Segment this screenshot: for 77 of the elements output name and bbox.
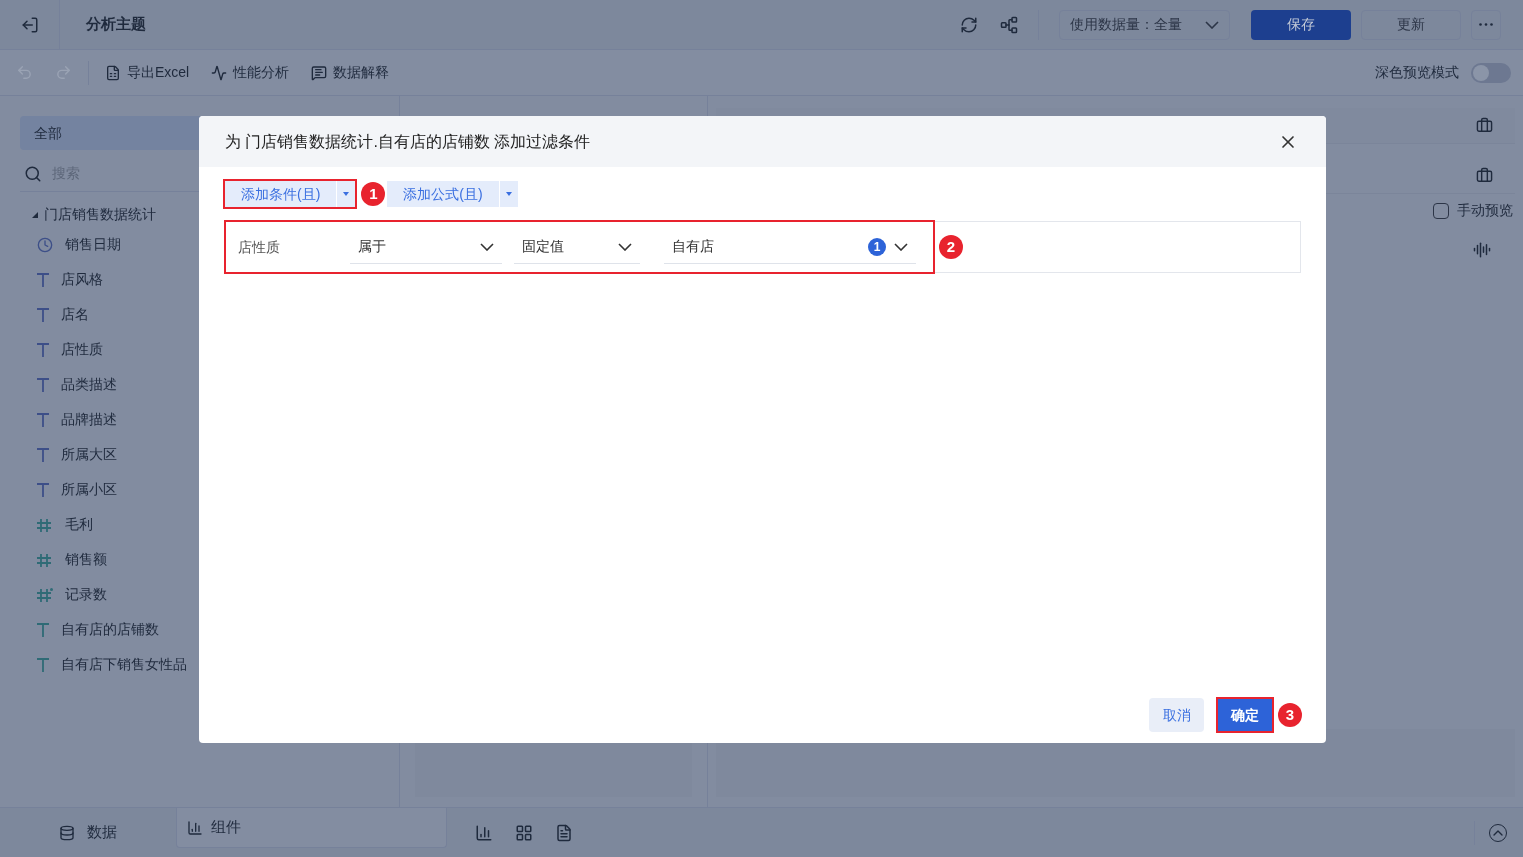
update-button[interactable]: 更新: [1361, 9, 1461, 40]
select-field[interactable]: 固定值: [514, 230, 640, 264]
add-chart-icon[interactable]: [475, 823, 493, 842]
manual-preview-label: 手动预览: [1457, 201, 1513, 220]
manual-preview-checkbox[interactable]: [1433, 202, 1449, 219]
add-sheet-icon[interactable]: [555, 823, 573, 842]
field-item[interactable]: 所属小区: [61, 479, 117, 500]
cancel-button[interactable]: 取消: [1149, 698, 1204, 732]
triangle-icon[interactable]: [32, 211, 38, 218]
field-item[interactable]: 销售额: [65, 549, 107, 570]
text-type-icon: [37, 272, 49, 287]
text-type-icon: [37, 657, 49, 672]
text-type-icon: [37, 307, 49, 322]
field-item[interactable]: 记录数: [65, 584, 107, 605]
hash-star-icon: [37, 587, 53, 602]
step-marker: 3: [1278, 703, 1302, 727]
confirm-button[interactable]: 确定: [1218, 699, 1272, 731]
chevron-down-icon: [1205, 20, 1219, 29]
text-type-icon: [37, 447, 49, 462]
field-item[interactable]: 销售日期: [65, 234, 121, 255]
step-marker: 1: [361, 182, 386, 206]
briefcase-icon[interactable]: [1476, 167, 1493, 184]
field-item[interactable]: 品类描述: [61, 374, 117, 395]
chevron-down-icon: [618, 242, 632, 251]
toolbar-button[interactable]: 导出Excel: [105, 62, 190, 83]
bottom-tab[interactable]: 组件: [176, 808, 447, 848]
select-field[interactable]: 自有店 1: [664, 230, 916, 264]
caret-icon: [505, 192, 512, 196]
waveform-icon[interactable]: [1473, 241, 1491, 259]
text-type-icon: [37, 342, 49, 357]
dark-mode-switch[interactable]: [1471, 62, 1511, 83]
field-item[interactable]: 自有店的店铺数: [61, 619, 159, 640]
toolbar-button[interactable]: 数据解释: [311, 62, 390, 83]
bottom-tab[interactable]: 数据: [0, 808, 176, 857]
data-volume-dropdown[interactable]: 使用数据量：全量: [1059, 9, 1230, 40]
add-dropdown-button[interactable]: [337, 181, 356, 207]
dark-mode-label: 深色预览模式: [1375, 63, 1459, 82]
select-field[interactable]: 属于: [350, 230, 502, 264]
clock-icon: [37, 236, 53, 253]
field-item[interactable]: 店名: [61, 304, 89, 325]
field-item[interactable]: 品牌描述: [61, 409, 117, 430]
database-icon: [59, 824, 75, 841]
caret-icon: [343, 192, 350, 196]
chart-icon: [187, 819, 203, 836]
page-title: 分析主题: [86, 14, 146, 35]
step-marker: 2: [939, 235, 963, 259]
spreadsheet-icon: [105, 64, 121, 81]
toolbar-button[interactable]: 性能分析: [211, 62, 290, 83]
count-badge: 1: [868, 237, 886, 256]
refresh-icon[interactable]: [960, 15, 978, 34]
field-item[interactable]: 店性质: [61, 339, 103, 360]
text-type-icon: [37, 622, 49, 637]
save-button[interactable]: 保存: [1251, 9, 1351, 40]
briefcase-icon[interactable]: [1476, 117, 1493, 134]
hierarchy-icon[interactable]: [1000, 15, 1018, 34]
hash-icon: [37, 552, 53, 567]
hash-icon: [37, 517, 53, 532]
field-item[interactable]: 自有店下销售女性品: [61, 654, 187, 675]
chevron-down-icon: [480, 242, 494, 251]
text-type-icon: [37, 377, 49, 392]
field-item[interactable]: 所属大区: [61, 444, 117, 465]
exit-icon[interactable]: [20, 15, 39, 34]
field-item[interactable]: 毛利: [65, 514, 93, 535]
chevron-down-icon: [894, 242, 908, 251]
add-button[interactable]: 添加条件(且): [225, 181, 337, 207]
add-button[interactable]: 添加公式(且): [387, 181, 499, 207]
text-type-icon: [37, 482, 49, 497]
text-type-icon: [37, 412, 49, 427]
chat-icon: [311, 64, 328, 81]
field-item[interactable]: 店风格: [61, 269, 103, 290]
add-grid-icon[interactable]: [515, 823, 533, 842]
dataset-name[interactable]: 门店销售数据统计: [44, 204, 156, 225]
condition-field-name: 店性质: [238, 237, 281, 257]
search-icon: [24, 164, 42, 183]
more-icon: [1479, 23, 1493, 26]
pulse-icon: [211, 64, 228, 81]
add-dropdown-button[interactable]: [499, 181, 518, 207]
